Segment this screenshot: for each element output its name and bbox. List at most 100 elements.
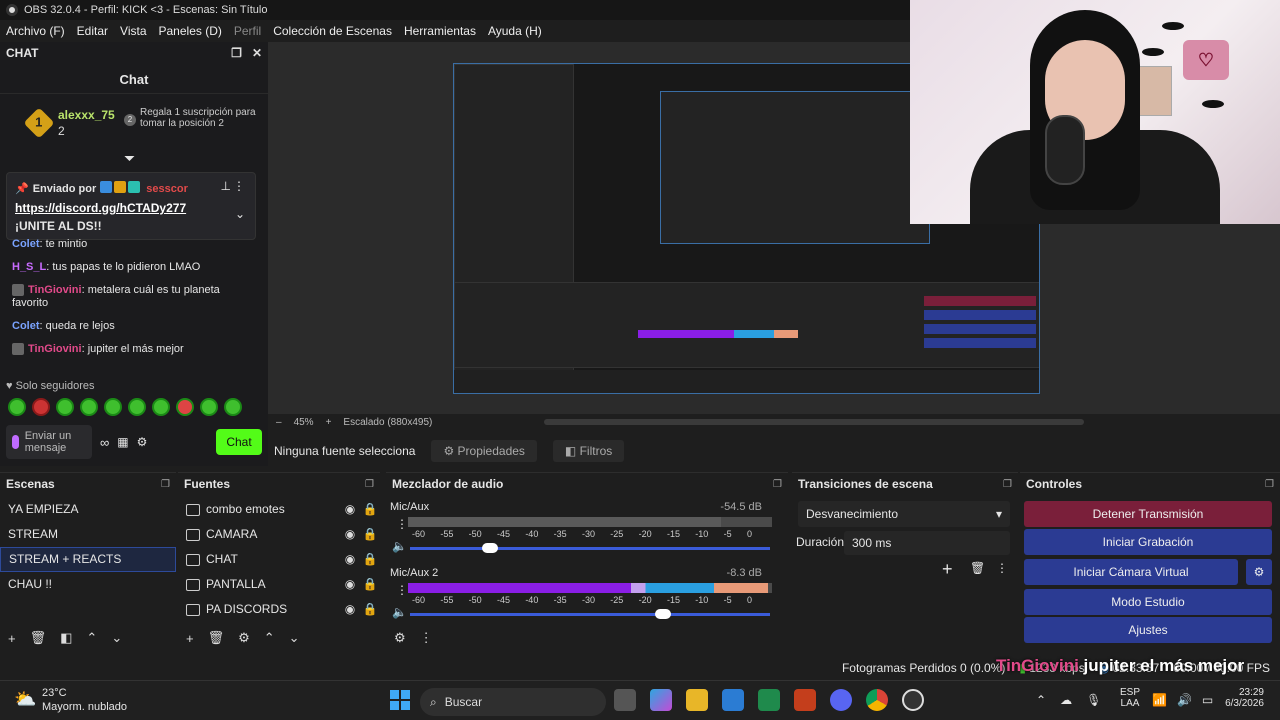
- transition-select[interactable]: Desvanecimiento ▾: [798, 501, 1010, 527]
- chat-username[interactable]: TinGiovini: [28, 343, 82, 355]
- chat-send-button[interactable]: Chat: [216, 429, 262, 455]
- slider-knob[interactable]: [654, 609, 671, 619]
- excel-icon[interactable]: [758, 689, 780, 711]
- source-item[interactable]: CHAT ◉ 🔒: [178, 547, 380, 572]
- volume-icon[interactable]: 🔊: [1177, 693, 1192, 707]
- visibility-eye-icon[interactable]: ◉: [340, 497, 360, 522]
- chat-input[interactable]: Enviar un mensaje: [6, 425, 92, 459]
- properties-button[interactable]: ⚙ Propiedades: [431, 440, 537, 462]
- copilot-icon[interactable]: [650, 689, 672, 711]
- filter-icon[interactable]: ◧: [60, 630, 72, 646]
- move-down-icon[interactable]: ⌄: [111, 630, 122, 646]
- settings-button[interactable]: Ajustes: [1024, 617, 1272, 643]
- pinned-link[interactable]: https://discord.gg/hCTADy277: [15, 201, 186, 215]
- scene-item[interactable]: CHAU !!: [0, 572, 176, 597]
- chat-username[interactable]: TinGiovini: [28, 284, 82, 296]
- track-menu-icon[interactable]: ⋮: [396, 517, 408, 531]
- start-recording-button[interactable]: Iniciar Grabación: [1024, 529, 1272, 555]
- collapse-chevron-icon[interactable]: ⏷: [124, 150, 135, 167]
- tray-cloud-icon[interactable]: ☁: [1060, 693, 1072, 707]
- weather-desc[interactable]: Mayorm. nublado: [42, 701, 127, 713]
- emote-icon[interactable]: [56, 398, 74, 416]
- settings-gear-icon[interactable]: ⚙: [137, 435, 148, 449]
- store-icon[interactable]: ▦: [117, 435, 128, 449]
- source-item[interactable]: PA DISCORDS ◉ 🔒: [178, 597, 380, 622]
- trash-icon[interactable]: 🗑: [30, 630, 47, 646]
- lock-icon[interactable]: 🔒: [360, 572, 380, 597]
- horizontal-scrollbar[interactable]: [544, 419, 1085, 425]
- source-item[interactable]: CAMARA ◉ 🔒: [178, 522, 380, 547]
- undock-icon[interactable]: ❐: [773, 479, 782, 490]
- emote-icon[interactable]: [104, 398, 122, 416]
- more-icon[interactable]: ⋮: [233, 179, 245, 193]
- menu-ayuda[interactable]: Ayuda (H): [482, 24, 548, 38]
- lock-icon[interactable]: 🔒: [360, 497, 380, 522]
- weather-cloud-icon[interactable]: ⛅: [14, 689, 36, 710]
- volume-slider[interactable]: [410, 543, 770, 553]
- visibility-eye-icon[interactable]: ◉: [340, 522, 360, 547]
- add-transition-icon[interactable]: +: [942, 559, 953, 580]
- emote-icon[interactable]: [200, 398, 218, 416]
- file-explorer-icon[interactable]: [686, 689, 708, 711]
- visibility-eye-icon[interactable]: ◉: [340, 597, 360, 622]
- emote-icon[interactable]: [80, 398, 98, 416]
- move-up-icon[interactable]: ⌃: [264, 630, 275, 646]
- chrome-icon[interactable]: [866, 689, 888, 711]
- menu-vista[interactable]: Vista: [114, 24, 152, 38]
- visibility-eye-icon[interactable]: ◉: [340, 547, 360, 572]
- undock-icon[interactable]: ❐: [365, 479, 374, 490]
- menu-perfil[interactable]: Perfil: [228, 24, 267, 38]
- trash-icon[interactable]: 🗑: [970, 561, 985, 575]
- move-down-icon[interactable]: ⌄: [289, 630, 300, 646]
- leader-name[interactable]: alexxx_75: [58, 108, 115, 122]
- taskbar-clock[interactable]: 23:29 6/3/2026: [1220, 687, 1264, 709]
- menu-editar[interactable]: Editar: [71, 24, 114, 38]
- settings-gear-icon[interactable]: ⚙: [238, 630, 250, 646]
- lock-icon[interactable]: 🔒: [360, 597, 380, 622]
- emote-picker-icon[interactable]: ∞: [100, 435, 109, 450]
- volume-slider[interactable]: [410, 609, 770, 619]
- filters-button[interactable]: ◧ Filtros: [552, 440, 625, 462]
- trash-icon[interactable]: 🗑: [208, 630, 225, 646]
- wifi-icon[interactable]: 📶: [1152, 693, 1167, 707]
- tray-mic-icon[interactable]: 🎙: [1086, 693, 1101, 707]
- weather-temp[interactable]: 23°C: [42, 687, 67, 699]
- undock-icon[interactable]: ❐: [161, 479, 170, 490]
- stop-stream-button[interactable]: Detener Transmisión: [1024, 501, 1272, 527]
- emote-icon[interactable]: [224, 398, 242, 416]
- menu-paneles[interactable]: Paneles (D): [153, 24, 228, 38]
- add-icon[interactable]: +: [8, 631, 16, 646]
- zoom-out-button[interactable]: –: [276, 417, 282, 428]
- visibility-eye-icon[interactable]: ◉: [340, 572, 360, 597]
- lock-icon[interactable]: 🔒: [360, 522, 380, 547]
- pinned-user[interactable]: sesscor: [146, 183, 188, 195]
- chat-username[interactable]: H_S_L: [12, 261, 46, 273]
- language-indicator[interactable]: ESP LAA: [1120, 687, 1140, 709]
- windows-start-icon[interactable]: [390, 690, 410, 710]
- undock-icon[interactable]: ❐: [1003, 479, 1012, 490]
- emote-icon[interactable]: [8, 398, 26, 416]
- lock-icon[interactable]: 🔒: [360, 547, 380, 572]
- powerpoint-icon[interactable]: [794, 689, 816, 711]
- scene-item-selected[interactable]: STREAM + REACTS: [0, 547, 176, 572]
- chat-username[interactable]: Colet: [12, 320, 40, 332]
- slider-knob[interactable]: [482, 543, 498, 553]
- undock-icon[interactable]: ❐: [231, 46, 242, 60]
- discord-icon[interactable]: [830, 689, 852, 711]
- unpin-icon[interactable]: ⊥: [221, 179, 231, 193]
- word-icon[interactable]: [722, 689, 744, 711]
- start-virtual-cam-button[interactable]: Iniciar Cámara Virtual: [1024, 559, 1238, 585]
- more-icon[interactable]: ⋮: [420, 630, 433, 646]
- taskbar-search[interactable]: ⌕ Buscar: [420, 688, 606, 716]
- obs-taskbar-icon[interactable]: [902, 689, 924, 711]
- battery-icon[interactable]: ▭: [1202, 693, 1213, 707]
- add-icon[interactable]: +: [186, 631, 194, 646]
- task-view-icon[interactable]: [614, 689, 636, 711]
- tray-chevron-icon[interactable]: ⌃: [1036, 693, 1046, 707]
- close-icon[interactable]: ✕: [252, 46, 262, 60]
- speaker-icon[interactable]: 🔈: [392, 605, 407, 619]
- studio-mode-button[interactable]: Modo Estudio: [1024, 589, 1272, 615]
- menu-herramientas[interactable]: Herramientas: [398, 24, 482, 38]
- scene-item[interactable]: YA EMPIEZA: [0, 497, 176, 522]
- source-item[interactable]: combo emotes ◉ 🔒: [178, 497, 380, 522]
